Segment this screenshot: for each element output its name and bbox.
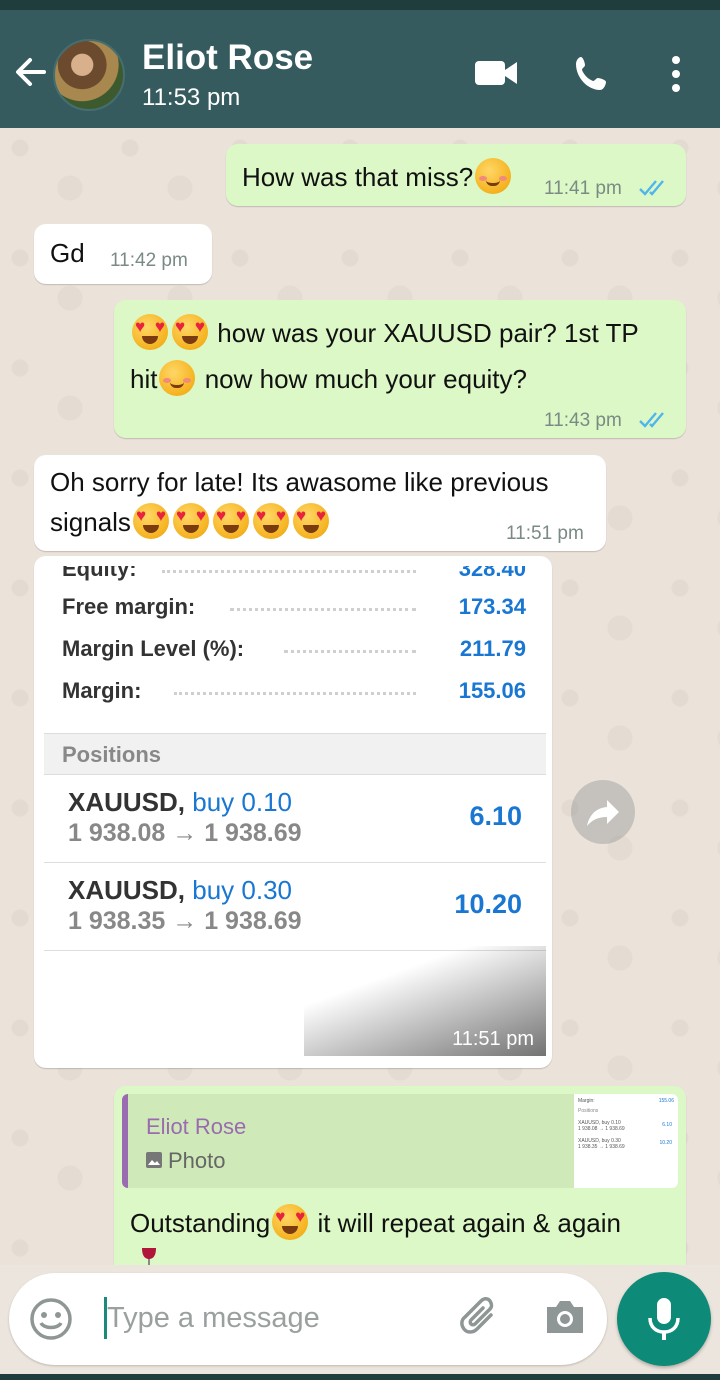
- heart-eyes-emoji-icon: [272, 1204, 309, 1240]
- account-row-margin-level: Margin Level (%): 211.79: [62, 636, 526, 661]
- nav-bar: [0, 1374, 720, 1380]
- reply-message-bubble[interactable]: Eliot Rose Photo Margin: 155.06 Position…: [114, 1086, 686, 1265]
- photo-icon: [146, 1152, 162, 1168]
- message-text-a: Outstanding: [130, 1208, 271, 1238]
- mic-button[interactable]: [617, 1272, 711, 1366]
- positions-header: Positions: [44, 733, 546, 775]
- message-bubble-outgoing[interactable]: how was your XAUUSD pair? 1st TP hit now…: [114, 300, 686, 438]
- blush-emoji-icon: [159, 360, 196, 396]
- position-row: XAUUSD, buy 0.10 1 938.08 → 1 938.69 6.1…: [44, 775, 546, 863]
- message-composer[interactable]: Type a message: [9, 1273, 607, 1365]
- heart-eyes-emoji-icon: [292, 503, 329, 539]
- image-message-photo[interactable]: Equity: 328.40 Free margin: 173.34 Margi…: [44, 566, 546, 1056]
- heart-eyes-emoji-icon: [212, 503, 249, 539]
- message-time: 11:42 pm: [110, 250, 188, 271]
- message-text-b: it will repeat again & again: [317, 1208, 621, 1238]
- message-text: How was that miss?: [242, 162, 474, 192]
- forward-button[interactable]: [571, 780, 635, 844]
- emoji-icon[interactable]: [29, 1297, 73, 1341]
- quoted-type: Photo: [168, 1148, 226, 1173]
- message-input[interactable]: Type a message: [107, 1302, 320, 1335]
- account-row-free-margin: Free margin: 173.34: [62, 594, 526, 619]
- message-time: 11:51 pm: [506, 523, 584, 544]
- quoted-author: Eliot Rose: [146, 1114, 247, 1139]
- quoted-photo-thumbnail: Margin: 155.06 Positions XAUUSD, buy 0.1…: [574, 1094, 678, 1188]
- read-ticks-icon: [639, 180, 664, 196]
- phone-icon[interactable]: [572, 54, 612, 94]
- message-time: 11:43 pm: [544, 410, 622, 431]
- message-text-line2-b: now how much your equity?: [204, 364, 527, 394]
- chat-header: Eliot Rose 11:53 pm: [0, 10, 720, 128]
- forward-icon: [587, 800, 619, 826]
- quoted-message[interactable]: Eliot Rose Photo Margin: 155.06 Position…: [122, 1094, 678, 1188]
- message-text-line1: how was your XAUUSD pair? 1st TP: [217, 318, 639, 348]
- mic-icon: [648, 1298, 680, 1340]
- back-arrow-icon[interactable]: [12, 54, 48, 90]
- attach-icon[interactable]: [457, 1295, 503, 1341]
- account-row-margin: Margin: 155.06: [62, 678, 526, 703]
- heart-eyes-emoji-icon: [172, 314, 208, 350]
- read-ticks-icon: [639, 412, 664, 428]
- heart-eyes-emoji-icon: [132, 314, 168, 350]
- wine-glass-emoji-icon: [142, 1248, 156, 1265]
- message-time: 11:41 pm: [544, 178, 622, 199]
- message-bubble-incoming[interactable]: Gd 11:42 pm: [34, 224, 212, 284]
- message-time: 11:51 pm: [452, 1028, 534, 1050]
- chat-area[interactable]: How was that miss? 11:41 pm Gd 11:42 pm …: [0, 128, 720, 1265]
- last-seen-status: 11:53 pm: [142, 84, 241, 111]
- message-bubble-outgoing[interactable]: How was that miss? 11:41 pm: [226, 144, 686, 206]
- heart-eyes-emoji-icon: [172, 503, 209, 539]
- more-vert-icon[interactable]: [666, 54, 686, 94]
- position-row: XAUUSD, buy 0.30 1 938.35 → 1 938.69 10.…: [44, 863, 546, 951]
- video-call-icon[interactable]: [474, 58, 518, 88]
- message-text-line2: signals: [50, 507, 131, 537]
- camera-icon[interactable]: [543, 1297, 587, 1337]
- avatar[interactable]: [53, 39, 125, 111]
- account-row-equity: Equity: 328.40: [62, 566, 526, 581]
- message-text-line2-a: hit: [130, 364, 158, 394]
- heart-eyes-emoji-icon: [252, 503, 289, 539]
- heart-eyes-emoji-icon: [132, 503, 169, 539]
- contact-name[interactable]: Eliot Rose: [142, 38, 313, 78]
- message-bubble-incoming[interactable]: Oh sorry for late! Its awasome like prev…: [34, 455, 606, 551]
- message-text: Gd: [50, 238, 85, 268]
- blush-emoji-icon: [475, 158, 512, 194]
- message-text-line1: Oh sorry for late! Its awasome like prev…: [50, 467, 549, 497]
- status-bar: [0, 0, 720, 10]
